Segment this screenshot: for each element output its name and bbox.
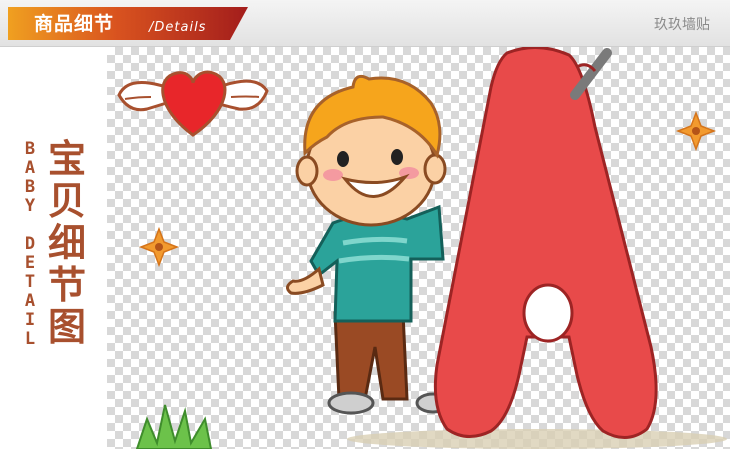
- side-english-char: D: [24, 234, 36, 254]
- side-title-char: 图: [47, 305, 86, 349]
- flower-icon: [138, 226, 180, 268]
- side-english-char: B: [24, 139, 36, 159]
- side-english-char: E: [24, 253, 36, 273]
- side-english-char: I: [24, 310, 36, 330]
- title-banner: 商品细节 /Details: [8, 7, 248, 40]
- side-title-char: 细: [47, 221, 86, 265]
- wall-sticker-illustration: [117, 47, 727, 449]
- side-english-char: L: [24, 329, 36, 349]
- side-title-char: 贝: [47, 179, 86, 223]
- winged-heart-icon: [117, 70, 269, 137]
- side-title-char: 宝: [47, 137, 86, 181]
- side-english-char: B: [24, 177, 36, 197]
- header-title: 商品细节: [34, 13, 115, 35]
- flower-icon: [675, 110, 717, 152]
- ground-shadow: [347, 429, 727, 449]
- side-english-char: A: [24, 291, 36, 311]
- brand-name: 玖玖墙贴: [654, 17, 710, 33]
- side-english-char: [18, 216, 42, 235]
- side-english-char: Y: [24, 196, 36, 216]
- side-english-char: A: [24, 158, 36, 178]
- side-title-char: 节: [47, 263, 86, 307]
- cartoon-boy: [286, 74, 451, 415]
- side-english-char: T: [24, 272, 36, 292]
- letter-a-sticker: [433, 47, 658, 439]
- header-subtitle: /Details: [149, 20, 207, 35]
- page-header: 商品细节 /Details 玖玖墙贴: [0, 0, 730, 47]
- side-chinese-title: 宝 贝 细 节 图: [42, 138, 92, 348]
- grass-icon: [135, 404, 213, 449]
- side-english-title: B A B Y D E T A I L: [18, 140, 42, 349]
